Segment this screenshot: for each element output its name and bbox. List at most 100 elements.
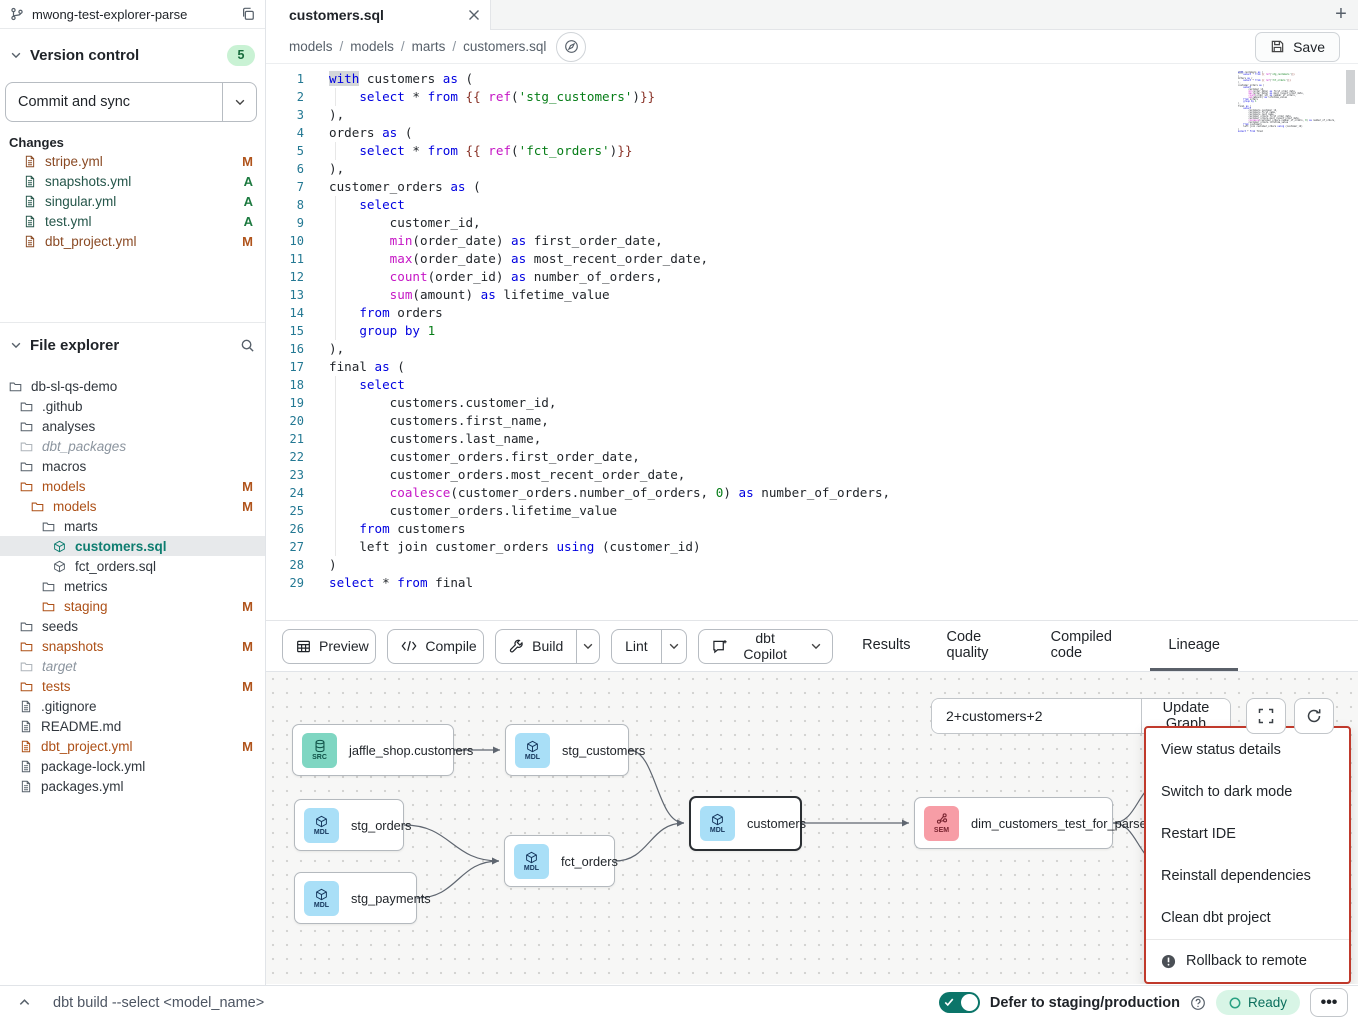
tree-item-seeds[interactable]: seeds	[0, 616, 265, 636]
lint-dropdown-chevron-icon[interactable]	[661, 630, 686, 663]
breadcrumb-item[interactable]: marts	[412, 39, 446, 54]
tree-item-metrics[interactable]: metrics	[0, 576, 265, 596]
commit-and-sync-button[interactable]: Commit and sync	[5, 82, 257, 122]
close-icon[interactable]	[468, 9, 480, 21]
breadcrumb-item[interactable]: customers.sql	[463, 39, 546, 54]
code-line[interactable]: 3),	[266, 106, 1358, 124]
tab-code-quality[interactable]: Code quality	[929, 621, 1033, 671]
change-row-singular.yml[interactable]: singular.ymlA	[0, 191, 265, 211]
tree-item-.github[interactable]: .github	[0, 396, 265, 416]
code-line[interactable]: 9 customer_id,	[266, 214, 1358, 232]
lineage-node-fct_orders[interactable]: MDLfct_orders	[504, 835, 615, 887]
code-line[interactable]: 22 customer_orders.first_order_date,	[266, 448, 1358, 466]
new-tab-button[interactable]: +	[1324, 1, 1358, 29]
code-line[interactable]: 14 from orders	[266, 304, 1358, 322]
tree-item-models[interactable]: modelsM	[0, 476, 265, 496]
change-row-snapshots.yml[interactable]: snapshots.ymlA	[0, 171, 265, 191]
tab-compiled-code[interactable]: Compiled code	[1033, 621, 1151, 671]
code-editor[interactable]: 1with customers as (2 select * from {{ r…	[266, 64, 1358, 620]
lineage-node-stg_customers[interactable]: MDLstg_customers	[505, 724, 629, 776]
command-input[interactable]: dbt build --select <model_name>	[53, 995, 264, 1011]
menu-item-clean-dbt-project[interactable]: Clean dbt project	[1146, 897, 1349, 939]
code-line[interactable]: 23 customer_orders.most_recent_order_dat…	[266, 466, 1358, 484]
menu-item-switch-to-dark-mode[interactable]: Switch to dark mode	[1146, 771, 1349, 813]
menu-item-rollback-to-remote[interactable]: Rollback to remote	[1146, 940, 1349, 982]
tree-item-.gitignore[interactable]: .gitignore	[0, 696, 265, 716]
code-line[interactable]: 29select * from final	[266, 574, 1358, 592]
build-dropdown-chevron-icon[interactable]	[576, 630, 599, 663]
version-control-header[interactable]: Version control 5	[0, 41, 265, 69]
lineage-node-stg_payments[interactable]: MDLstg_payments	[294, 872, 417, 924]
code-line[interactable]: 13 sum(amount) as lifetime_value	[266, 286, 1358, 304]
code-line[interactable]: 4orders as (	[266, 124, 1358, 142]
code-line[interactable]: 19 customers.customer_id,	[266, 394, 1358, 412]
help-icon[interactable]	[1190, 995, 1206, 1011]
tree-item-target[interactable]: target	[0, 656, 265, 676]
code-line[interactable]: 17final as (	[266, 358, 1358, 376]
refresh-icon[interactable]	[1294, 698, 1334, 734]
code-line[interactable]: 7customer_orders as (	[266, 178, 1358, 196]
tree-item-README.md[interactable]: README.md	[0, 716, 265, 736]
lineage-node-stg_orders[interactable]: MDLstg_orders	[294, 799, 404, 851]
code-line[interactable]: 24 coalesce(customer_orders.number_of_or…	[266, 484, 1358, 502]
lineage-selector-input[interactable]	[932, 699, 1141, 733]
dbt-copilot-button[interactable]: dbt Copilot	[698, 629, 834, 664]
tab-results[interactable]: Results	[844, 621, 928, 671]
tree-item-analyses[interactable]: analyses	[0, 416, 265, 436]
more-options-button[interactable]: •••	[1310, 988, 1348, 1017]
editor-scrollbar[interactable]	[1346, 70, 1355, 104]
lineage-node-customers[interactable]: MDLcustomers	[689, 796, 802, 851]
code-line[interactable]: 21 customers.last_name,	[266, 430, 1358, 448]
change-row-stripe.yml[interactable]: stripe.ymlM	[0, 151, 265, 171]
copy-branch-icon[interactable]	[241, 7, 255, 21]
tree-item-fct_orders.sql[interactable]: fct_orders.sql	[0, 556, 265, 576]
save-button[interactable]: Save	[1255, 32, 1340, 62]
tree-item-staging[interactable]: stagingM	[0, 596, 265, 616]
file-explorer-header[interactable]: File explorer	[0, 331, 265, 359]
file-tab-customers[interactable]: customers.sql	[266, 0, 491, 30]
copilot-dropdown-chevron-icon[interactable]	[808, 630, 832, 663]
compile-button[interactable]: Compile	[387, 629, 484, 664]
search-icon[interactable]	[240, 338, 255, 353]
fullscreen-icon[interactable]	[1246, 698, 1286, 734]
tree-item-dbt_packages[interactable]: dbt_packages	[0, 436, 265, 456]
commit-dropdown-chevron-icon[interactable]	[222, 83, 256, 121]
code-line[interactable]: 15 group by 1	[266, 322, 1358, 340]
menu-item-restart-ide[interactable]: Restart IDE	[1146, 813, 1349, 855]
breadcrumb-item[interactable]: models	[350, 39, 394, 54]
preview-button[interactable]: Preview	[282, 629, 376, 664]
lineage-node-dim_customers_test_for_parse[interactable]: SEMdim_customers_test_for_parse	[914, 797, 1113, 849]
code-line[interactable]: 2 select * from {{ ref('stg_customers')}…	[266, 88, 1358, 106]
code-line[interactable]: 8 select	[266, 196, 1358, 214]
menu-item-reinstall-dependencies[interactable]: Reinstall dependencies	[1146, 855, 1349, 897]
breadcrumb-item[interactable]: models	[289, 39, 333, 54]
tree-item-macros[interactable]: macros	[0, 456, 265, 476]
code-line[interactable]: 20 customers.first_name,	[266, 412, 1358, 430]
menu-item-view-status-details[interactable]: View status details	[1146, 729, 1349, 771]
code-line[interactable]: 16),	[266, 340, 1358, 358]
code-line[interactable]: 11 max(order_date) as most_recent_order_…	[266, 250, 1358, 268]
build-button[interactable]: Build	[496, 630, 576, 663]
code-line[interactable]: 10 min(order_date) as first_order_date,	[266, 232, 1358, 250]
change-row-dbt_project.yml[interactable]: dbt_project.ymlM	[0, 231, 265, 251]
tab-lineage[interactable]: Lineage	[1150, 621, 1238, 671]
change-row-test.yml[interactable]: test.ymlA	[0, 211, 265, 231]
code-line[interactable]: 27 left join customer_orders using (cust…	[266, 538, 1358, 556]
chevron-up-icon[interactable]	[18, 996, 31, 1009]
tree-item-customers.sql[interactable]: customers.sql	[0, 536, 265, 556]
tree-item-marts[interactable]: marts	[0, 516, 265, 536]
lineage-node-jaffle_shop.customers[interactable]: SRCjaffle_shop.customers	[292, 724, 454, 776]
tree-item-package-lock.yml[interactable]: package-lock.yml	[0, 756, 265, 776]
code-line[interactable]: 26 from customers	[266, 520, 1358, 538]
tree-item-db-sl-qs-demo[interactable]: db-sl-qs-demo	[0, 376, 265, 396]
code-line[interactable]: 25 customer_orders.lifetime_value	[266, 502, 1358, 520]
code-line[interactable]: 18 select	[266, 376, 1358, 394]
code-line[interactable]: 6),	[266, 160, 1358, 178]
code-line[interactable]: 12 count(order_id) as number_of_orders,	[266, 268, 1358, 286]
code-line[interactable]: 5 select * from {{ ref('fct_orders')}}	[266, 142, 1358, 160]
tree-item-snapshots[interactable]: snapshotsM	[0, 636, 265, 656]
navigate-icon[interactable]	[556, 32, 586, 62]
tree-item-tests[interactable]: testsM	[0, 676, 265, 696]
tree-item-models[interactable]: modelsM	[0, 496, 265, 516]
code-line[interactable]: 1with customers as (	[266, 70, 1358, 88]
